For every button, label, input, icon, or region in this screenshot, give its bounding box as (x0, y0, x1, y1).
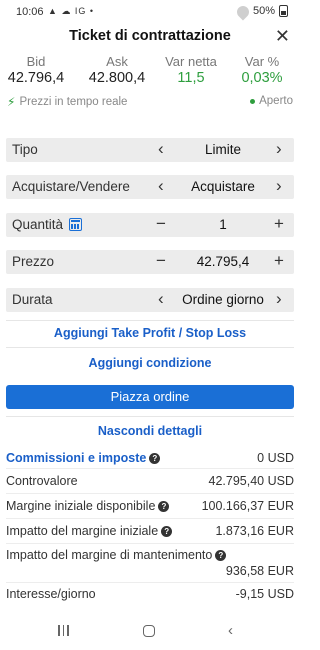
detail-row: Interesse/giorno -9,15 USD (6, 587, 294, 603)
battery-percent: 50% (252, 5, 275, 17)
net-change-value: 11,5 (177, 70, 205, 86)
order-type-label: Tipo (12, 142, 38, 157)
row-divider (6, 582, 294, 583)
order-type-prev-icon[interactable]: ‹ (158, 139, 164, 159)
duration-selector: Durata ‹ Ordine giorno › (6, 288, 294, 312)
status-time: 10:06 (16, 6, 44, 18)
info-icon[interactable]: ? (215, 549, 227, 561)
order-type-value: Limite (204, 142, 241, 157)
quote-row: Bid 42.796,4 Ask 42.800,4 Var netta 11,5… (0, 54, 300, 90)
quantity-minus-icon[interactable]: − (156, 214, 166, 234)
info-icon[interactable]: ? (158, 500, 170, 512)
price-plus-icon[interactable]: + (274, 251, 284, 271)
detail-label: Interesse/giorno (6, 587, 96, 601)
place-order-button[interactable]: Piazza ordine (6, 385, 294, 409)
order-type-selector: Tipo ‹ Limite › (6, 138, 294, 162)
hide-details-link[interactable]: Nascondi dettagli (0, 424, 300, 438)
realtime-label: Prezzi in tempo reale (19, 96, 128, 108)
divider (6, 347, 294, 348)
realtime-indicator: ⚡ Prezzi in tempo reale (7, 95, 127, 109)
price-minus-icon[interactable]: − (156, 251, 166, 271)
ask-value: 42.800,4 (88, 70, 146, 86)
info-icon[interactable]: ? (149, 452, 161, 464)
detail-row: Impatto del margine di mantenimento ? 93… (6, 548, 294, 580)
page-title: Ticket di contrattazione (69, 28, 231, 44)
duration-label: Durata (12, 292, 53, 307)
detail-value: 100.166,37 EUR (201, 499, 294, 513)
row-divider (6, 468, 294, 469)
duration-prev-icon[interactable]: ‹ (158, 289, 164, 309)
detail-label: Impatto del margine iniziale (6, 524, 159, 538)
detail-label-group: Impatto del margine di mantenimento ? (6, 548, 227, 562)
ticket-header: Ticket di contrattazione ✕ (0, 24, 300, 50)
detail-value: 1.873,16 EUR (215, 524, 294, 538)
home-icon[interactable] (143, 625, 155, 637)
bid-column: Bid 42.796,4 (6, 54, 66, 86)
detail-label-group: Margine iniziale disponibile ? (6, 499, 170, 513)
duration-value: Ordine giorno (182, 292, 264, 307)
side-selector: Acquistare/Vendere ‹ Acquistare › (6, 175, 294, 199)
side-value: Acquistare (191, 179, 255, 194)
detail-label-group: Commissioni e imposte ? (6, 451, 161, 465)
detail-row: Impatto del margine iniziale ? 1.873,16 … (6, 524, 294, 540)
calculator-icon[interactable] (69, 218, 83, 231)
detail-row: Margine iniziale disponibile ? 100.166,3… (6, 499, 294, 515)
detail-label: Commissioni e imposte (6, 451, 147, 465)
quantity-value[interactable]: 1 (178, 217, 268, 232)
quantity-stepper: Quantità − 1 + (6, 213, 294, 237)
add-condition-link[interactable]: Aggiungi condizione (0, 356, 300, 370)
system-nav-bar: ‹ (0, 615, 300, 650)
info-icon[interactable]: ? (161, 525, 173, 537)
status-bar: 10:06 ▲ ☁ IG • 50% (0, 0, 300, 24)
add-take-profit-stop-loss-link[interactable]: Aggiungi Take Profit / Stop Loss (0, 326, 300, 340)
ask-label: Ask (106, 54, 128, 69)
detail-label: Controvalore (6, 474, 78, 488)
quantity-plus-icon[interactable]: + (274, 214, 284, 234)
detail-label: Margine iniziale disponibile (6, 499, 156, 513)
market-status-label: Aperto (259, 95, 293, 107)
detail-row: Commissioni e imposte ? 0 USD (6, 451, 294, 467)
net-change-column: Var netta 11,5 (156, 54, 226, 86)
row-divider (6, 543, 294, 544)
divider (6, 320, 294, 321)
quantity-label: Quantità (12, 217, 64, 232)
lightning-icon: ⚡ (7, 95, 16, 109)
row-divider (6, 518, 294, 519)
side-label: Acquistare/Vendere (12, 179, 130, 194)
divider (6, 416, 294, 417)
detail-row: Controvalore 42.795,40 USD (6, 474, 294, 490)
bid-label: Bid (26, 54, 46, 69)
order-type-next-icon[interactable]: › (276, 139, 282, 159)
detail-value: -9,15 USD (235, 587, 294, 601)
status-dot-icon (250, 98, 256, 104)
side-prev-icon[interactable]: ‹ (158, 176, 164, 196)
price-stepper: Prezzo − 42.795,4 + (6, 250, 294, 274)
price-label: Prezzo (12, 254, 55, 269)
detail-value: 936,58 EUR (225, 564, 294, 578)
price-value[interactable]: 42.795,4 (178, 254, 268, 269)
close-icon[interactable]: ✕ (275, 26, 290, 46)
detail-value: 42.795,40 USD (208, 474, 294, 488)
ask-column: Ask 42.800,4 (84, 54, 150, 86)
detail-label-group: Impatto del margine iniziale ? (6, 524, 173, 538)
net-change-label: Var netta (165, 54, 217, 69)
bid-value: 42.796,4 (7, 70, 65, 86)
status-right: 50% (237, 5, 288, 17)
row-divider (6, 493, 294, 494)
side-next-icon[interactable]: › (276, 176, 282, 196)
detail-label: Impatto del margine di mantenimento (6, 548, 213, 562)
wifi-icon (237, 6, 249, 16)
duration-next-icon[interactable]: › (276, 289, 282, 309)
pct-change-label: Var % (244, 54, 280, 69)
quantity-label-group: Quantità (12, 217, 83, 232)
detail-value: 0 USD (257, 451, 294, 465)
battery-icon (279, 5, 288, 17)
pct-change-column: Var % 0,03% (232, 54, 292, 86)
market-status: Aperto (250, 95, 293, 107)
notification-icons: ▲ ☁ IG • (48, 6, 95, 16)
back-icon[interactable]: ‹ (228, 622, 233, 639)
pct-change-value: 0,03% (241, 70, 283, 86)
recent-apps-icon[interactable] (58, 625, 69, 636)
